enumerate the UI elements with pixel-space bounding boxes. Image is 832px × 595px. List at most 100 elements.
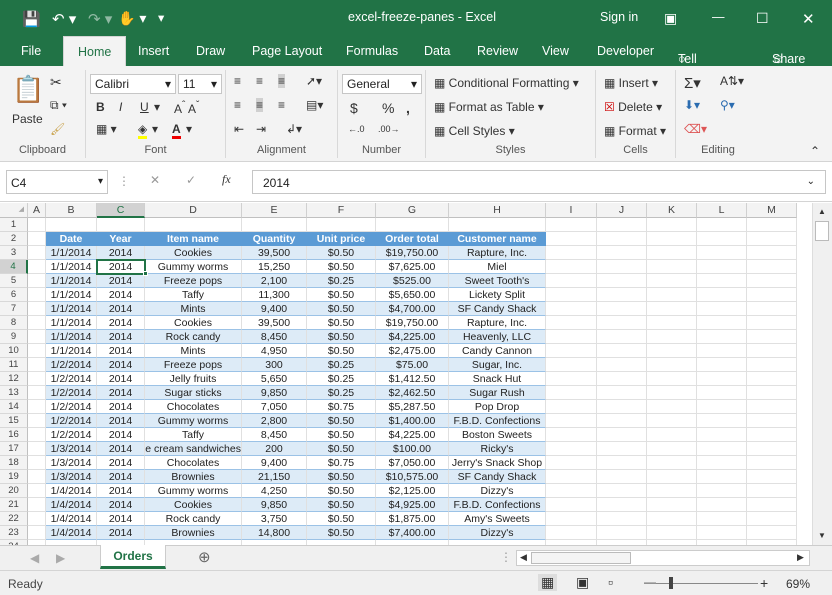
row-header-20[interactable]: 20 (0, 484, 28, 498)
table-cell[interactable]: Candy Cannon (449, 344, 546, 358)
fill-icon[interactable]: ⬇▾ (684, 98, 700, 112)
cell[interactable] (647, 246, 697, 260)
cell[interactable] (647, 274, 697, 288)
cell[interactable] (546, 386, 597, 400)
table-cell[interactable]: $1,400.00 (376, 414, 449, 428)
table-cell[interactable]: Pop Drop (449, 400, 546, 414)
table-cell[interactable]: Sugar sticks (145, 386, 242, 400)
table-cell[interactable]: $4,700.00 (376, 302, 449, 316)
cell[interactable] (647, 470, 697, 484)
cell[interactable] (747, 456, 797, 470)
table-cell[interactable]: Boston Sweets (449, 428, 546, 442)
row-header-9[interactable]: 9 (0, 330, 28, 344)
table-cell[interactable]: 2014 (97, 358, 145, 372)
table-cell[interactable]: 2014 (97, 344, 145, 358)
row-header-10[interactable]: 10 (0, 344, 28, 358)
table-cell[interactable]: 1/4/2014 (46, 498, 97, 512)
cell[interactable] (747, 330, 797, 344)
cell[interactable] (145, 218, 242, 232)
middle-align-icon[interactable]: ≡ (256, 74, 263, 88)
table-cell[interactable]: Ricky's (449, 442, 546, 456)
table-cell[interactable]: $0.50 (307, 470, 376, 484)
cell[interactable] (747, 344, 797, 358)
row-header-4[interactable]: 4 (0, 260, 28, 274)
table-cell[interactable]: 1/2/2014 (46, 400, 97, 414)
cell[interactable] (597, 246, 647, 260)
table-cell[interactable]: Jelly fruits (145, 372, 242, 386)
cell[interactable] (747, 274, 797, 288)
table-cell[interactable]: Brownies (145, 526, 242, 540)
cell[interactable] (747, 358, 797, 372)
table-cell[interactable]: $7,050.00 (376, 456, 449, 470)
table-cell[interactable]: Dizzy's (449, 526, 546, 540)
table-cell[interactable]: Mints (145, 302, 242, 316)
table-cell[interactable]: $19,750.00 (376, 246, 449, 260)
table-cell[interactable]: 7,050 (242, 400, 307, 414)
tab-developer[interactable]: Developer (597, 44, 654, 58)
cell[interactable] (647, 400, 697, 414)
cell[interactable] (597, 400, 647, 414)
table-cell[interactable]: $10,575.00 (376, 470, 449, 484)
table-cell[interactable]: 2014 (97, 274, 145, 288)
table-cell[interactable]: 11,300 (242, 288, 307, 302)
cell[interactable] (597, 316, 647, 330)
percent-button[interactable]: % (382, 100, 394, 116)
underline-dropdown-icon[interactable]: ▾ (154, 100, 160, 114)
cell[interactable] (697, 344, 747, 358)
cell[interactable] (647, 372, 697, 386)
cell[interactable] (546, 484, 597, 498)
table-cell[interactable]: Sugar, Inc. (449, 358, 546, 372)
cell[interactable] (28, 498, 46, 512)
cell[interactable] (647, 512, 697, 526)
cell[interactable] (28, 386, 46, 400)
row-header-1[interactable]: 1 (0, 218, 28, 232)
cell[interactable] (28, 330, 46, 344)
table-cell[interactable]: Amy's Sweets (449, 512, 546, 526)
cell[interactable] (376, 218, 449, 232)
table-cell[interactable]: 9,400 (242, 456, 307, 470)
vertical-scrollbar[interactable]: ▲ ▼ (812, 203, 832, 545)
merge-center-icon[interactable]: ▤▾ (306, 98, 323, 112)
cell[interactable] (697, 302, 747, 316)
table-cell[interactable]: 8,450 (242, 330, 307, 344)
cell[interactable] (747, 498, 797, 512)
table-cell[interactable]: Miel (449, 260, 546, 274)
cell[interactable] (647, 344, 697, 358)
table-cell[interactable]: 1/1/2014 (46, 330, 97, 344)
cell[interactable] (747, 484, 797, 498)
cell[interactable] (28, 358, 46, 372)
table-cell[interactable]: Gummy worms (145, 484, 242, 498)
table-cell[interactable]: $0.50 (307, 344, 376, 358)
table-cell[interactable]: 300 (242, 358, 307, 372)
row-header-12[interactable]: 12 (0, 372, 28, 386)
table-cell[interactable]: $0.50 (307, 302, 376, 316)
table-cell[interactable]: Chocolates (145, 456, 242, 470)
table-cell[interactable]: 2014 (97, 302, 145, 316)
table-cell[interactable]: 39,500 (242, 316, 307, 330)
table-cell[interactable]: 2014 (97, 470, 145, 484)
table-cell[interactable]: 14,800 (242, 526, 307, 540)
cell[interactable] (546, 260, 597, 274)
cell[interactable] (697, 232, 747, 246)
table-cell[interactable]: $7,625.00 (376, 260, 449, 274)
cell[interactable] (28, 442, 46, 456)
table-cell[interactable]: $0.75 (307, 400, 376, 414)
cell[interactable] (28, 274, 46, 288)
top-align-icon[interactable]: ≡ (234, 74, 241, 88)
copy-icon[interactable]: ⧉ ▾ (50, 98, 67, 113)
paste-icon[interactable]: 📋 (12, 74, 44, 105)
page-layout-view-icon[interactable]: ▣ (576, 574, 589, 591)
cell[interactable] (697, 442, 747, 456)
table-cell[interactable]: $4,225.00 (376, 330, 449, 344)
cell[interactable] (697, 274, 747, 288)
cell[interactable] (546, 456, 597, 470)
table-cell[interactable]: 1/1/2014 (46, 344, 97, 358)
row-header-6[interactable]: 6 (0, 288, 28, 302)
tab-insert[interactable]: Insert (138, 44, 169, 58)
cell[interactable] (597, 442, 647, 456)
tab-file[interactable]: File (21, 44, 41, 58)
comma-button[interactable]: , (406, 100, 410, 116)
sign-in-link[interactable]: Sign in (600, 10, 638, 24)
table-cell[interactable]: 1/3/2014 (46, 442, 97, 456)
table-header-cell[interactable]: Quantity (242, 232, 307, 246)
